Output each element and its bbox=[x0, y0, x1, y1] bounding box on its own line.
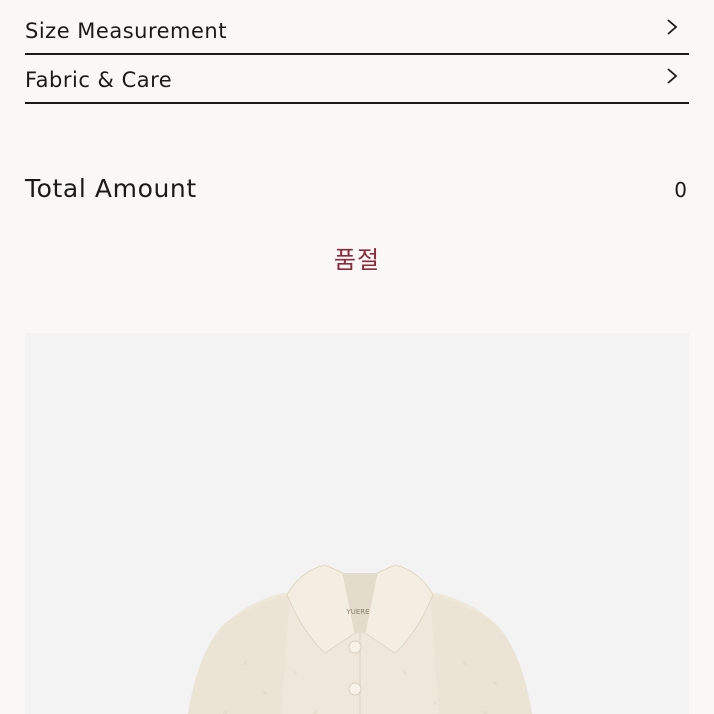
fabric-care-accordion[interactable]: Fabric & Care bbox=[25, 55, 689, 104]
size-measurement-accordion[interactable]: Size Measurement bbox=[25, 6, 689, 55]
total-amount-value: 0 bbox=[674, 178, 687, 202]
product-image: YUERE bbox=[25, 333, 689, 714]
fabric-care-label: Fabric & Care bbox=[25, 68, 173, 92]
total-amount-label: Total Amount bbox=[25, 174, 197, 203]
total-amount-row: Total Amount 0 bbox=[25, 172, 689, 212]
product-detail-page: Size Measurement Fabric & Care Total Amo… bbox=[0, 0, 714, 714]
soldout-status[interactable]: 품절 bbox=[0, 240, 714, 275]
chevron-right-icon bbox=[667, 19, 678, 35]
coat-illustration: YUERE bbox=[187, 564, 533, 714]
chevron-right-icon bbox=[667, 68, 678, 84]
brand-tag: YUERE bbox=[345, 608, 369, 616]
size-measurement-label: Size Measurement bbox=[25, 19, 227, 43]
